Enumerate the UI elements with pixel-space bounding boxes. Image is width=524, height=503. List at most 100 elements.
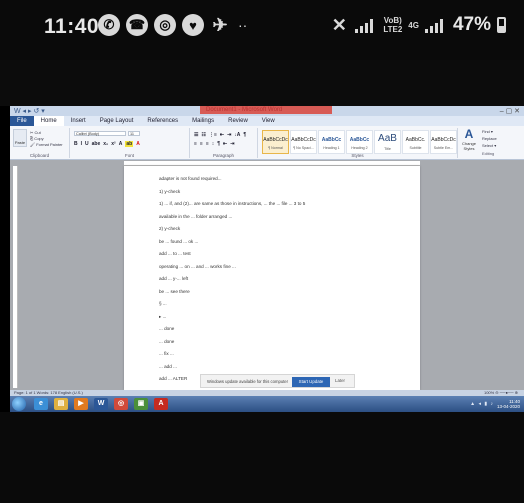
document-line: add ... y-... left — [159, 276, 189, 281]
signal-1-icon — [355, 17, 377, 33]
app-icon[interactable]: ▣ — [134, 398, 148, 410]
paragraph-control-button[interactable]: ⇤ — [223, 141, 227, 147]
chrome-icon: ◎ — [154, 14, 176, 36]
notification-icons: ✆ ☎ ◎ ♥ ✈ ·· — [98, 14, 247, 36]
change-styles-button[interactable]: A Change Styles — [459, 128, 479, 156]
style-2[interactable]: AaBbCc Heading 1 — [318, 130, 345, 154]
style-name: Heading 2 — [351, 146, 368, 150]
font-format-button[interactable]: A — [136, 141, 140, 147]
list-buttons[interactable]: ☰ ☷ ⋮≡ ⇤ ⇥ ↓A ¶ — [194, 132, 246, 138]
status-time: 11:40 — [44, 15, 100, 38]
tab-view[interactable]: View — [255, 116, 282, 126]
vertical-ruler[interactable] — [13, 166, 18, 388]
paragraph-control-button[interactable]: ≡ — [194, 141, 197, 147]
word-icon[interactable]: W — [94, 398, 108, 410]
paragraph-control-button[interactable]: ≡ — [206, 141, 209, 147]
style-0[interactable]: AaBbCcDc ¶ Normal — [262, 130, 289, 154]
style-5[interactable]: AaBbCc. Subtitle — [402, 130, 429, 154]
later-button[interactable]: Later — [335, 378, 345, 383]
document-line: ... done — [159, 326, 175, 331]
style-name: ¶ Normal — [268, 146, 283, 150]
change-styles-icon: A — [464, 127, 474, 141]
font-format-button[interactable]: I — [81, 141, 82, 147]
paragraph-control-button[interactable]: ¶ — [217, 141, 220, 147]
tray-clock[interactable]: 11:40 13-04-2020 — [497, 399, 520, 409]
style-sample: AaBbCcDc — [431, 137, 456, 143]
paragraph-control-button[interactable]: ≡ — [200, 141, 203, 147]
document-line: be ... found ... ok ... — [159, 238, 199, 244]
style-sample: AaB — [378, 133, 397, 144]
font-label: Font — [124, 153, 134, 158]
update-notification: Windows update available for this comput… — [200, 374, 355, 388]
tab-review[interactable]: Review — [221, 116, 255, 126]
status-right-group: ✕ VoB) LTE2 4G 47% — [329, 14, 506, 36]
style-sample: AaBbCc. — [405, 137, 426, 143]
paragraph-control-button[interactable]: ⇥ — [230, 141, 234, 147]
network-top-label: VoB) — [383, 16, 402, 25]
battery-percent: 47% — [452, 14, 491, 35]
font-group: Calibri (Body) 11 B I Uabe x₂ x² Aab A Font — [70, 128, 190, 158]
style-1[interactable]: AaBbCcDc ¶ No Spaci... — [290, 130, 317, 154]
copy-button[interactable]: ⎘ Copy — [30, 136, 44, 141]
document-line: ... done — [159, 338, 175, 344]
tab-references[interactable]: References — [140, 116, 185, 126]
tab-mailings[interactable]: Mailings — [185, 116, 221, 126]
styles-group: Styles AaBbCcDc ¶ Normal AaBbCcDc ¶ No Spac… — [258, 128, 458, 158]
paste-button[interactable]: Paste — [13, 129, 27, 147]
style-name: Subtle Em... — [433, 146, 454, 150]
ribbon: Paste ✂ Cut ⎘ Copy 🖌 Format Painter Clip… — [10, 126, 524, 160]
document-line: 1) ... if, and (2)... are same as those … — [159, 201, 306, 206]
ie-icon[interactable]: e — [34, 398, 48, 410]
start-update-button[interactable]: Start Update — [292, 377, 330, 387]
format-painter-button[interactable]: 🖌 Format Painter — [30, 142, 63, 147]
document-line: add ... ALTER — [159, 376, 188, 381]
font-format-button[interactable]: abe — [92, 141, 101, 147]
style-3[interactable]: AaBbCc Heading 2 — [346, 130, 373, 154]
find-button[interactable]: Find ▾ — [482, 129, 493, 134]
tab-home[interactable]: Home — [33, 116, 64, 126]
tab-file[interactable]: File — [10, 116, 34, 126]
document-page[interactable]: adapter is not found required... 1) y-che… — [124, 166, 420, 390]
network-label: VoB) LTE2 — [383, 16, 402, 34]
start-button[interactable] — [12, 397, 26, 411]
font-format-button[interactable]: ab — [125, 141, 134, 147]
bike-icon: ✈ — [212, 14, 228, 35]
window-controls[interactable]: – ▢ ✕ — [500, 107, 520, 115]
style-6[interactable]: AaBbCcDc Subtle Em... — [430, 130, 457, 154]
style-sample: AaBbCc — [349, 137, 370, 143]
font-format-buttons: B I Uabe x₂ x² Aab A — [74, 141, 140, 147]
clipboard-group: Paste ✂ Cut ⎘ Copy 🖌 Format Painter Clip… — [10, 128, 70, 158]
style-name: Heading 1 — [323, 146, 340, 150]
style-4[interactable]: AaB Title — [374, 130, 401, 154]
tab-insert[interactable]: Insert — [64, 116, 93, 126]
folder-icon[interactable]: ▤ — [54, 398, 68, 410]
paragraph-group: ☰ ☷ ⋮≡ ⇤ ⇥ ↓A ¶ ≡ ≡ ≡ ↕ ¶ ⇤ ⇥ Paragraph — [190, 128, 258, 158]
phone-status-bar: 11:40 ✆ ☎ ◎ ♥ ✈ ·· ✕ VoB) LTE2 4G 47% — [0, 0, 524, 60]
document-line: ... add ... — [159, 363, 177, 369]
letterbox-top — [0, 60, 524, 106]
cut-button[interactable]: ✂ Cut — [30, 130, 41, 135]
tray-icons[interactable]: ▲ ◂ ▮ ♪ — [470, 401, 494, 407]
signal-2-icon — [424, 17, 447, 33]
acrobat-icon[interactable]: A — [154, 398, 168, 410]
paragraph-control-button[interactable]: ↕ — [212, 141, 215, 147]
notification-text: Windows update available for this comput… — [207, 379, 288, 384]
quick-access-toolbar[interactable]: W ◂ ▸ ↺ ▾ — [14, 107, 45, 115]
tab-page-layout[interactable]: Page Layout — [93, 116, 141, 126]
chrome-taskbar-icon[interactable]: ◎ — [114, 398, 128, 410]
font-format-button[interactable]: A — [119, 141, 123, 147]
font-format-button[interactable]: B — [74, 141, 78, 147]
replace-button[interactable]: Replace — [482, 136, 497, 141]
media-player-icon[interactable]: ▶ — [74, 398, 88, 410]
select-button[interactable]: Select ▾ — [482, 143, 496, 148]
clipboard-label: Clipboard — [29, 153, 50, 158]
font-name-box[interactable]: Calibri (Body) — [74, 131, 126, 136]
document-line: ... fix ... — [159, 351, 174, 356]
font-format-button[interactable]: x² — [111, 141, 115, 147]
window-title: Document1 - Microsoft Word — [206, 107, 283, 113]
font-format-button[interactable]: U — [85, 141, 89, 147]
word-window: W ◂ ▸ ↺ ▾ Document1 - Microsoft Word – ▢… — [10, 106, 524, 412]
font-format-button[interactable]: x₂ — [103, 141, 108, 147]
document-line: add ... to ... test — [159, 251, 191, 256]
font-size-box[interactable]: 11 — [128, 131, 140, 136]
